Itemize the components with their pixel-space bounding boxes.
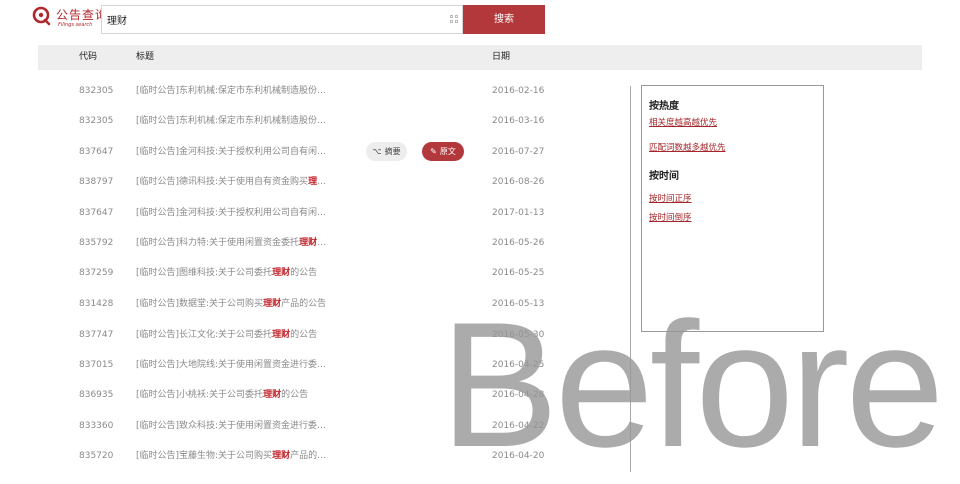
row-code: 837259 [79,268,114,278]
table-row[interactable]: 837259 [临时公告]图维科技:关于公司委托理财的公告 2016-05-25 [0,258,620,288]
sort-by-time-heading: 按时间 [649,171,679,182]
table-row[interactable]: 832305 [临时公告]东利机械:保定市东利机械制造股份… 2016-03-1… [0,106,620,136]
row-code: 836935 [79,390,114,400]
grid-icon[interactable] [450,15,459,24]
row-date: 2016-05-25 [492,268,545,278]
column-header-date: 日期 [492,52,511,62]
row-date: 2016-08-26 [492,177,545,187]
row-title[interactable]: [临时公告]东利机械:保定市东利机械制造股份… [136,106,346,136]
search-input[interactable] [102,6,432,33]
table-row[interactable]: 832305 [临时公告]东利机械:保定市东利机械制造股份… 2016-02-1… [0,76,620,106]
row-code: 837647 [79,147,114,157]
logo-search-icon [32,6,51,26]
row-code: 837747 [79,330,114,340]
row-title[interactable]: [临时公告]数据堂:关于公司购买理财产品的公告 [136,289,346,319]
share-icon: ⌥ [372,147,382,156]
original-button[interactable]: ✎ 原文 [422,142,464,161]
table-row[interactable]: 837647 [临时公告]金河科技:关于授权利用公司自有闲… 2017-01-1… [0,198,620,228]
row-code: 835720 [79,451,114,461]
row-code: 832305 [79,86,114,96]
row-title[interactable]: [临时公告]致众科技:关于使用闲置资金进行委… [136,411,346,441]
column-header-title: 标题 [136,52,155,62]
row-title[interactable]: [临时公告]金河科技:关于授权利用公司自有闲… [136,198,346,228]
row-title[interactable]: [临时公告]科力特:关于使用闲置资金委托理财… [136,228,346,258]
table-row[interactable]: 838797 [临时公告]德讯科技:关于使用自有资金购买理… 2016-08-2… [0,167,620,197]
row-code: 835792 [79,238,114,248]
row-title[interactable]: [临时公告]德讯科技:关于使用自有资金购买理… [136,167,346,197]
table-row[interactable]: 835792 [临时公告]科力特:关于使用闲置资金委托理财… 2016-05-2… [0,228,620,258]
row-title[interactable]: [临时公告]东利机械:保定市东利机械制造股份… [136,76,346,106]
sort-relevance-link[interactable]: 相关度越高越优先 [649,116,717,128]
row-code: 837647 [79,208,114,218]
row-date: 2017-01-13 [492,208,545,218]
row-title[interactable]: [临时公告]小桃袄:关于公司委托理财的公告 [136,380,346,410]
row-code: 833360 [79,421,114,431]
row-date: 2016-05-26 [492,238,545,248]
search-button[interactable]: 搜索 [463,5,545,34]
row-title[interactable]: [临时公告]大地院线:关于使用闲置资金进行委… [136,350,346,380]
row-code: 832305 [79,116,114,126]
pencil-icon: ✎ [430,147,437,156]
sort-match-count-link[interactable]: 匹配词数越多越优先 [649,141,726,153]
row-date: 2016-02-16 [492,86,545,96]
before-watermark: Before [440,285,944,484]
sort-by-relevance-heading: 按热度 [649,101,679,112]
row-code: 837015 [79,360,114,370]
table-header: 代码 标题 日期 [38,45,922,70]
sort-time-desc-link[interactable]: 按时间倒序 [649,211,692,223]
column-header-code: 代码 [79,52,98,62]
row-code: 838797 [79,177,114,187]
table-row[interactable]: 837647 [临时公告]金河科技:关于授权利用公司自有闲… 2016-07-2… [0,137,620,167]
row-title[interactable]: [临时公告]金河科技:关于授权利用公司自有闲… [136,137,346,167]
summary-button[interactable]: ⌥ 摘要 [366,142,407,161]
row-title[interactable]: [临时公告]宝藤生物:关于公司购买理财产品的… [136,441,346,471]
sort-time-asc-link[interactable]: 按时间正序 [649,192,692,204]
row-code: 831428 [79,299,114,309]
row-date: 2016-03-16 [492,116,545,126]
search-box [101,5,463,34]
logo[interactable]: 公告查询 Filings search [32,4,107,32]
row-title[interactable]: [临时公告]图维科技:关于公司委托理财的公告 [136,258,346,288]
row-date: 2016-07-27 [492,147,545,157]
logo-subtext: Filings search [58,22,93,28]
row-title[interactable]: [临时公告]长江文化:关于公司委托理财的公告 [136,320,346,350]
